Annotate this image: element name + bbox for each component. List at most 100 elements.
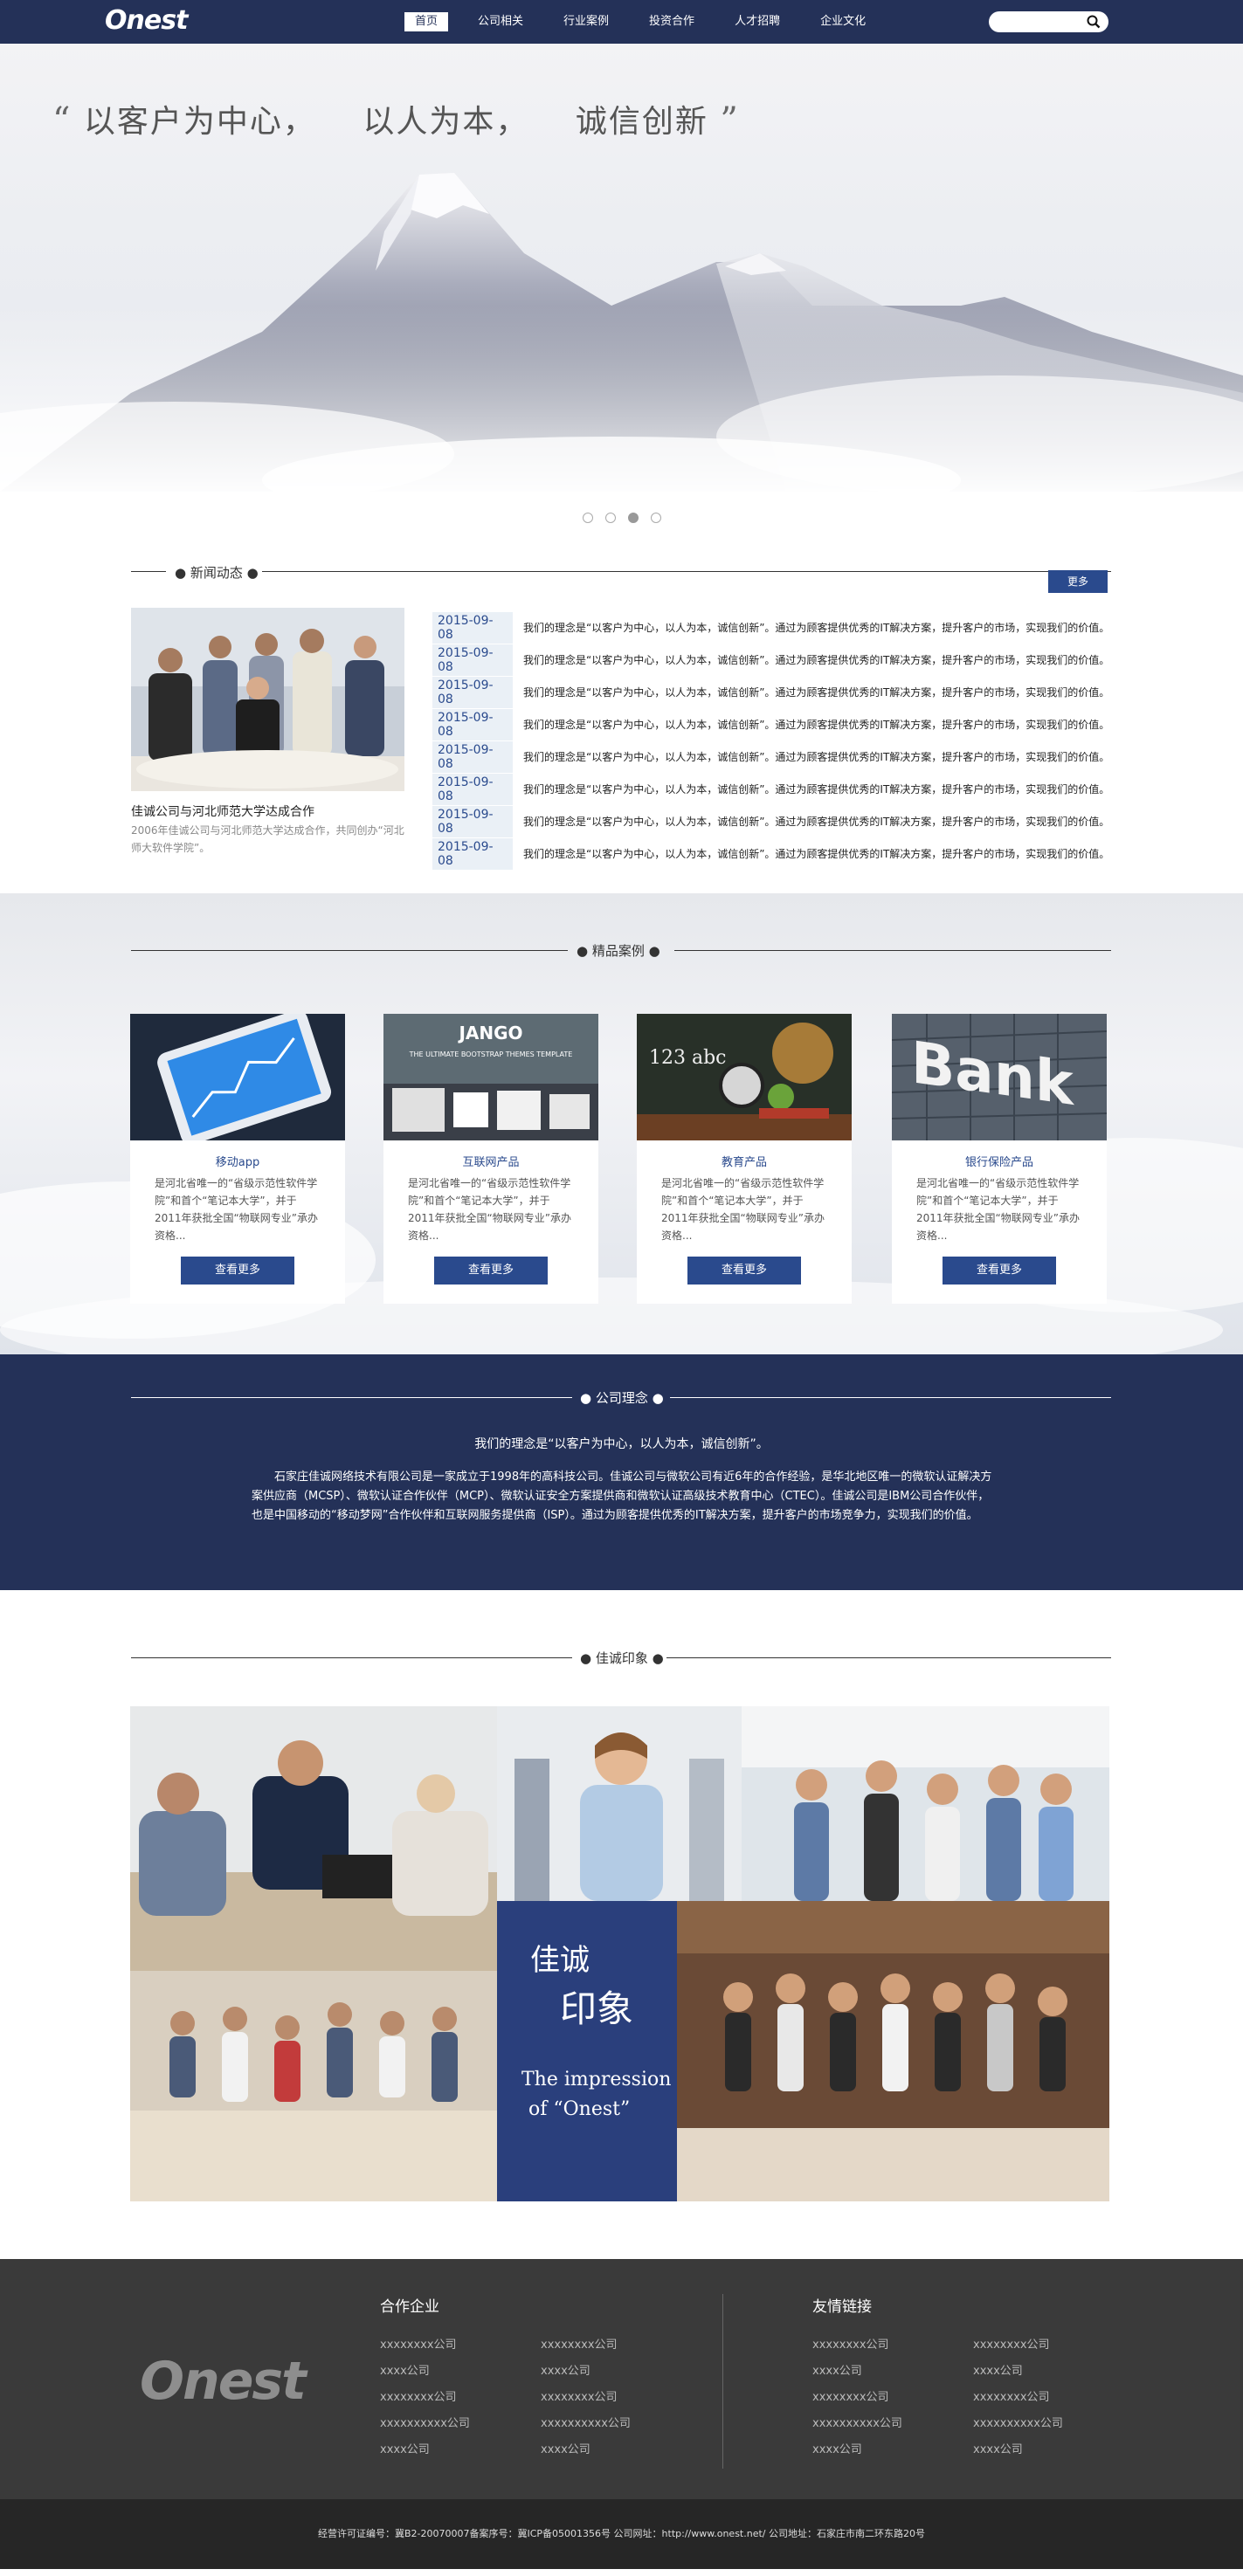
philosophy-body: 石家庄佳诚网络技术有限公司是一家成立于1998年的高科技公司。佳诚公司与微软公司…	[252, 1471, 992, 1522]
news-item[interactable]: 2015-09-08 我们的理念是“以客户为中心，以人为本，诚信创新”。通过为顾客…	[432, 837, 1109, 870]
case-image-classroom[interactable]: 123 abc	[637, 1014, 852, 1140]
carousel-dot[interactable]	[650, 513, 661, 523]
slogan-part-1: 以客户为中心，	[83, 104, 316, 140]
footer-friend-link[interactable]: xxxxxxxxxx公司	[812, 2414, 973, 2431]
footer-friend-link[interactable]: xxxxxxxx公司	[812, 2335, 973, 2352]
news-text[interactable]: 我们的理念是“以客户为中心，以人为本，诚信创新”。通过为顾客提供优秀的IT解决方…	[523, 620, 1109, 635]
footer-partner-link[interactable]: xxxxxxxx公司	[541, 2387, 701, 2405]
footer-friend-link[interactable]: xxxx公司	[812, 2440, 973, 2457]
footer-divider	[722, 2294, 723, 2469]
case-image-template[interactable]: JANGO THE ULTIMATE BOOTSTRAP THEMES TEMP…	[383, 1014, 598, 1140]
footer-friend-link[interactable]: xxxxxxxx公司	[973, 2335, 1134, 2352]
footer-partner-link[interactable]: xxxxxxxxxx公司	[541, 2414, 701, 2431]
impression-title: 佳诚印象	[595, 1650, 648, 1666]
nav-item-culture[interactable]: 企业文化	[810, 12, 876, 31]
nav-item-investment[interactable]: 投资合作	[639, 12, 705, 31]
news-item[interactable]: 2015-09-08 我们的理念是“以客户为中心，以人为本，诚信创新”。通过为顾客…	[432, 644, 1109, 676]
nav-item-jobs[interactable]: 人才招聘	[724, 12, 791, 31]
nav-item-cases[interactable]: 行业案例	[553, 12, 619, 31]
gallery-photo-receptionist[interactable]	[497, 1706, 742, 1901]
news-photo-desc: 2006年佳诚公司与河北师范大学达成合作，共同创办“河北师大软件学院”。	[131, 824, 404, 854]
impression-card-title-2: 印象	[560, 1987, 634, 2030]
footer: Onest 合作企业 xxxxxxxx公司 xxxxxxxx公司 xxxx公司 …	[0, 2259, 1243, 2499]
view-more-button[interactable]: 查看更多	[434, 1257, 548, 1285]
site-logo[interactable]: Onest	[105, 5, 188, 36]
footer-partner-link[interactable]: xxxx公司	[541, 2361, 701, 2379]
footer-partner-link[interactable]: xxxx公司	[380, 2361, 541, 2379]
impression-card-title-1: 佳诚	[530, 1943, 590, 1978]
news-text[interactable]: 我们的理念是“以客户为中心，以人为本，诚信创新”。通过为顾客提供优秀的IT解决方…	[523, 749, 1109, 764]
copyright-bar: 经营许可证编号：冀B2-20070007备案序号：冀ICP备05001356号 …	[0, 2499, 1243, 2569]
news-item[interactable]: 2015-09-08 我们的理念是“以客户为中心，以人为本，诚信创新”。通过为顾客…	[432, 708, 1109, 740]
view-more-button[interactable]: 查看更多	[687, 1257, 801, 1285]
carousel-dot[interactable]	[604, 513, 616, 523]
news-photo-caption[interactable]: 佳诚公司与河北师范大学达成合作	[131, 802, 314, 820]
footer-friend-link[interactable]: xxxx公司	[812, 2361, 973, 2379]
gallery-photo-handshake[interactable]	[130, 1706, 497, 1971]
footer-partner-link[interactable]: xxxx公司	[541, 2440, 701, 2457]
news-text[interactable]: 我们的理念是“以客户为中心，以人为本，诚信创新”。通过为顾客提供优秀的IT解决方…	[523, 814, 1109, 829]
gallery-photo-office-cheer[interactable]	[742, 1706, 1109, 1901]
news-date: 2015-09-08	[432, 611, 513, 644]
case-card: JANGO THE ULTIMATE BOOTSTRAP THEMES TEMP…	[383, 1014, 598, 1304]
footer-links-title: 友情链接	[812, 2298, 872, 2316]
news-item[interactable]: 2015-09-08 我们的理念是“以客户为中心，以人为本，诚信创新”。通过为顾客…	[432, 773, 1109, 805]
news-list: 2015-09-08 我们的理念是“以客户为中心，以人为本，诚信创新”。通过为顾客…	[432, 611, 1109, 870]
footer-partners-title: 合作企业	[380, 2298, 439, 2316]
footer-partner-link[interactable]: xxxxxxxx公司	[380, 2387, 541, 2405]
case-card: 移动app 是河北省唯一的“省级示范性软件学院”和首个“笔记本大学”，并于201…	[130, 1014, 345, 1304]
footer-friend-link[interactable]: xxxxxxxx公司	[973, 2387, 1134, 2405]
news-item[interactable]: 2015-09-08 我们的理念是“以客户为中心，以人为本，诚信创新”。通过为顾客…	[432, 805, 1109, 837]
case-name[interactable]: 教育产品	[637, 1153, 852, 1169]
carousel-dot-active[interactable]	[627, 513, 639, 523]
case-card: 123 abc 教育产品 是河北省唯一的“省级示范性软件学院”和首个“笔记本大学…	[637, 1014, 852, 1304]
news-section: ● 新闻动态 ● 更多 佳诚公司与河北师范大学达成合作 2006年佳诚公司与河北…	[0, 544, 1243, 893]
footer-partner-link[interactable]: xxxxxxxxxx公司	[380, 2414, 541, 2431]
footer-friend-link[interactable]: xxxxxxxx公司	[812, 2387, 973, 2405]
footer-friend-link[interactable]: xxxx公司	[973, 2440, 1134, 2457]
nav-item-home[interactable]: 首页	[404, 12, 449, 31]
news-text[interactable]: 我们的理念是“以客户为中心，以人为本，诚信创新”。通过为顾客提供优秀的IT解决方…	[523, 685, 1109, 699]
news-item[interactable]: 2015-09-08 我们的理念是“以客户为中心，以人为本，诚信创新”。通过为顾客…	[432, 676, 1109, 708]
case-desc: 是河北省唯一的“省级示范性软件学院”和首个“笔记本大学”，并于2011年获批全国…	[408, 1177, 571, 1242]
view-more-button[interactable]: 查看更多	[181, 1257, 294, 1285]
case-name[interactable]: 互联网产品	[383, 1153, 598, 1169]
footer-partner-link[interactable]: xxxx公司	[380, 2440, 541, 2457]
news-text[interactable]: 我们的理念是“以客户为中心，以人为本，诚信创新”。通过为顾客提供优秀的IT解决方…	[523, 652, 1109, 667]
news-item[interactable]: 2015-09-08 我们的理念是“以客户为中心，以人为本，诚信创新”。通过为顾客…	[432, 611, 1109, 644]
nav-item-company[interactable]: 公司相关	[467, 12, 534, 31]
case-image-phone[interactable]	[130, 1014, 345, 1140]
case-image-bank[interactable]: Bank	[892, 1014, 1107, 1140]
footer-partner-link[interactable]: xxxxxxxx公司	[541, 2335, 701, 2352]
news-item[interactable]: 2015-09-08 我们的理念是“以客户为中心，以人为本，诚信创新”。通过为顾客…	[432, 740, 1109, 773]
news-date: 2015-09-08	[432, 773, 513, 805]
top-navbar: Onest 首页 公司相关 行业案例 投资合作 人才招聘 企业文化	[0, 0, 1243, 44]
view-more-button[interactable]: 查看更多	[943, 1257, 1056, 1285]
footer-friend-link[interactable]: xxxx公司	[973, 2361, 1134, 2379]
news-photo[interactable]	[131, 608, 404, 791]
footer-partner-link[interactable]: xxxxxxxx公司	[380, 2335, 541, 2352]
news-text[interactable]: 我们的理念是“以客户为中心，以人为本，诚信创新”。通过为顾客提供优秀的IT解决方…	[523, 717, 1109, 732]
cases-section-title: ● 精品案例 ●	[131, 937, 1111, 963]
philosophy-headline: 我们的理念是“以客户为中心，以人为本，诚信创新”。	[474, 1437, 769, 1451]
cases-title: 精品案例	[591, 943, 645, 959]
news-text[interactable]: 我们的理念是“以客户为中心，以人为本，诚信创新”。通过为顾客提供优秀的IT解决方…	[523, 782, 1109, 796]
carousel-dots	[0, 492, 1243, 544]
news-section-title: ● 新闻动态 ●	[131, 558, 1111, 584]
case-name[interactable]: 银行保险产品	[892, 1153, 1107, 1169]
case-card: Bank 银行保险产品 是河北省唯一的“省级示范性软件学院”和首个“笔记本大学”…	[892, 1014, 1107, 1304]
quote-open: “	[52, 100, 73, 141]
case-desc: 是河北省唯一的“省级示范性软件学院”和首个“笔记本大学”，并于2011年获批全国…	[155, 1177, 318, 1242]
gallery-photo-restaurant-group[interactable]	[677, 1901, 1109, 2201]
case-name[interactable]: 移动app	[130, 1153, 345, 1169]
search-icon[interactable]	[1087, 15, 1101, 29]
search-box	[989, 11, 1108, 32]
gallery-photo-tugofwar[interactable]	[130, 1971, 497, 2201]
slogan-part-2: 以人为本，	[363, 104, 529, 140]
footer-friend-link[interactable]: xxxxxxxxxx公司	[973, 2414, 1134, 2431]
more-button[interactable]: 更多	[1048, 570, 1108, 593]
search-input[interactable]	[998, 11, 1089, 32]
news-text[interactable]: 我们的理念是“以客户为中心，以人为本，诚信创新”。通过为顾客提供优秀的IT解决方…	[523, 846, 1109, 861]
impression-section: ● 佳诚印象 ● 佳诚 印象 The impression of “Onest”	[0, 1590, 1243, 2259]
carousel-dot[interactable]	[582, 513, 593, 523]
